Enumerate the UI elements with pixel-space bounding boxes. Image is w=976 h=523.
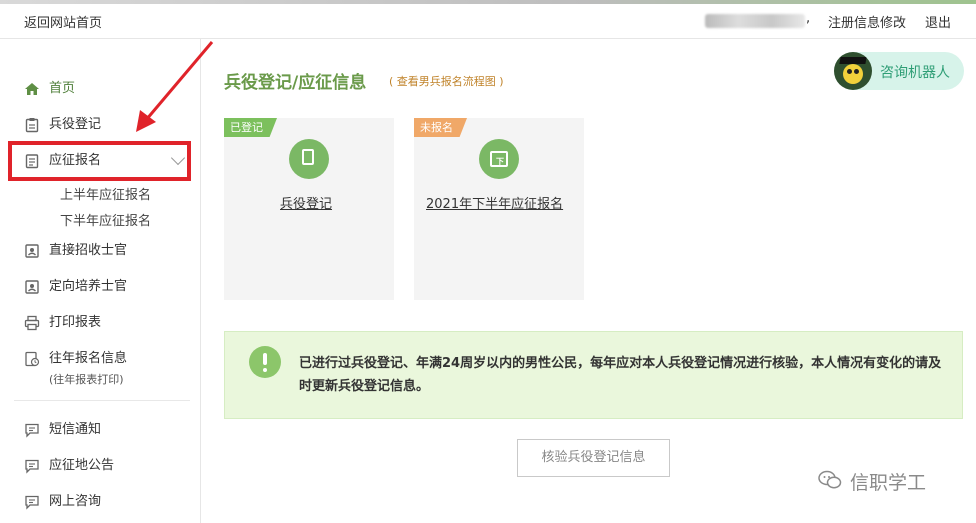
- document-icon: [289, 139, 329, 179]
- watermark-text: 信职学工: [850, 472, 927, 494]
- sidebar-item-label: 往年报名信息: [49, 351, 128, 366]
- status-badge: 未报名: [414, 118, 467, 137]
- sub-item-second-half-signup[interactable]: 下半年应征报名: [60, 210, 151, 229]
- calendar-icon: 下: [479, 139, 519, 179]
- sidebar-item-label: 直接招收士官: [49, 243, 128, 258]
- exclamation-icon: [249, 346, 281, 378]
- card-link[interactable]: 兵役登记: [280, 193, 332, 212]
- notice-text: 已进行过兵役登记、年满24周岁以内的男性公民，每年应对本人兵役登记情况进行核验，…: [299, 356, 942, 394]
- printer-icon: [24, 315, 40, 331]
- blurred-username: [705, 14, 805, 28]
- sidebar-item-label: 网上咨询: [49, 494, 102, 509]
- id-card-icon: [25, 280, 39, 294]
- clipboard-icon: [25, 118, 39, 133]
- sidebar-item-label: 短信通知: [49, 422, 102, 437]
- message-icon: [25, 423, 39, 438]
- sidebar-divider: [14, 400, 190, 401]
- robot-button-label: 咨询机器人: [880, 65, 950, 81]
- message-icon: [25, 459, 39, 474]
- notice-banner: 已进行过兵役登记、年满24周岁以内的男性公民，每年应对本人兵役登记情况进行核验，…: [224, 331, 963, 419]
- view-flowchart-link[interactable]: ( 查看男兵报名流程图 ): [389, 73, 504, 89]
- military-registration-card[interactable]: 已登记 兵役登记: [224, 118, 394, 300]
- enlistment-signup-card[interactable]: 未报名 下 2021年下半年应征报名: [414, 118, 584, 300]
- history-doc-icon: [25, 351, 40, 367]
- annotation-highlight-box: [8, 141, 191, 181]
- wechat-icon: [818, 470, 842, 489]
- home-icon: [25, 83, 39, 95]
- header-separator: ,: [806, 11, 811, 26]
- edit-registration-link[interactable]: 注册信息修改: [828, 12, 906, 31]
- consult-robot-button[interactable]: 咨询机器人: [834, 52, 964, 90]
- robot-avatar-icon: [834, 52, 872, 90]
- sub-item-first-half-signup[interactable]: 上半年应征报名: [60, 184, 151, 203]
- status-badge: 已登记: [224, 118, 277, 137]
- top-bar: 返回网站首页 , 注册信息修改 退出: [0, 4, 976, 39]
- id-card-icon: [25, 244, 39, 258]
- logout-link[interactable]: 退出: [925, 12, 951, 31]
- sidebar-item-label: 定向培养士官: [49, 279, 128, 294]
- sidebar: 首页 兵役登记 应征报名 上半年应征报名 下半年应征报名 直接招收士官 定向培养…: [0, 39, 201, 523]
- card-link[interactable]: 2021年下半年应征报名: [426, 193, 563, 212]
- back-home-link[interactable]: 返回网站首页: [24, 12, 102, 31]
- sidebar-item-label: 首页: [49, 81, 76, 96]
- past-report-print-note: (往年报表打印): [49, 373, 124, 386]
- page-title: 兵役登记/应征信息: [224, 73, 367, 93]
- message-icon: [25, 495, 39, 510]
- sidebar-item-label: 应征地公告: [49, 458, 115, 473]
- verify-registration-button[interactable]: 核验兵役登记信息: [517, 439, 670, 477]
- sidebar-item-label: 兵役登记: [49, 117, 102, 132]
- sidebar-item-label: 打印报表: [49, 315, 102, 330]
